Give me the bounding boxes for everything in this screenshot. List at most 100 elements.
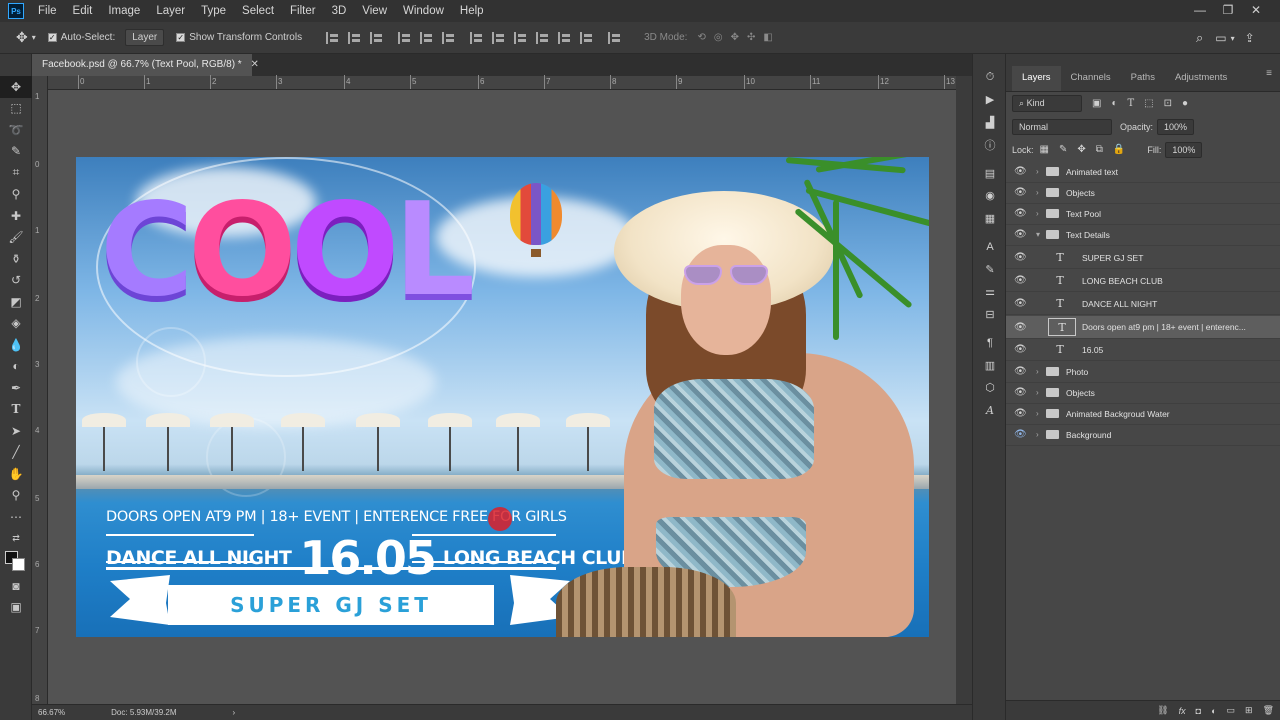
hand-tool-icon[interactable]: ✋ [0,463,32,485]
align-bottom-icon[interactable] [370,31,384,44]
visibility-eye-icon[interactable]: 👁 [1014,366,1028,377]
layer-group-row[interactable]: 👁 › Text Pool [1006,203,1280,225]
text-layer-row[interactable]: 👁 T DANCE ALL NIGHT [1006,293,1280,315]
align-vcenter-icon[interactable] [348,31,362,44]
auto-align-icon[interactable] [608,31,622,44]
menu-image[interactable]: Image [108,5,140,17]
visibility-eye-icon[interactable]: 👁 [1014,429,1028,440]
layer-group-row[interactable]: 👁 › Animated Backgroud Water [1006,403,1280,425]
history-icon[interactable]: ⏱ [973,66,1007,89]
marquee-tool-icon[interactable]: ⬚ [0,98,32,120]
delete-layer-icon[interactable]: 🗑 [1263,705,1274,716]
align-left-icon[interactable] [398,31,412,44]
layer-group-row[interactable]: 👁 › Photo [1006,361,1280,383]
distribute-hcenter-icon[interactable] [558,31,572,44]
filter-smart-object-icon[interactable]: ⊡ [1164,98,1172,109]
visibility-eye-icon[interactable]: 👁 [1014,344,1028,355]
opacity-input[interactable]: 100% [1157,118,1195,135]
ribbon-text[interactable]: SUPER GJ SET [230,593,432,617]
new-group-icon[interactable]: ▭ [1227,705,1236,716]
distribute-left-icon[interactable] [536,31,550,44]
more-tools-icon[interactable]: ⋯ [0,506,32,528]
adjustment-layer-icon[interactable]: ◐ [1211,706,1216,716]
tab-layers[interactable]: Layers [1012,66,1061,91]
lasso-tool-icon[interactable]: ➰ [0,119,32,141]
3d-roll-icon[interactable]: ◎ [714,32,723,43]
blur-tool-icon[interactable]: 💧 [0,334,32,356]
visibility-eye-icon[interactable]: 👁 [1014,322,1028,333]
distribute-bottom-icon[interactable] [514,31,528,44]
fill-input[interactable]: 100% [1165,141,1203,158]
menu-type[interactable]: Type [201,5,226,17]
layer-group-row[interactable]: 👁 › Objects [1006,182,1280,204]
document-tab[interactable]: Facebook.psd @ 66.7% (Text Pool, RGB/8) … [32,54,259,76]
history-brush-tool-icon[interactable]: ↺ [0,270,32,292]
visibility-eye-icon[interactable]: 👁 [1014,208,1028,219]
move-tool-preset[interactable]: ✥ ▾ [16,29,36,46]
chevron-right-icon[interactable]: › [1036,409,1039,418]
chevron-right-icon[interactable]: › [1036,388,1039,397]
search-icon[interactable]: ⌕ [1196,30,1203,46]
layer-group-row[interactable]: 👁 › Objects [1006,382,1280,404]
share-icon[interactable]: ⇪ [1245,31,1255,45]
menu-filter[interactable]: Filter [290,5,316,17]
swap-colors-icon[interactable]: ⇄ [0,528,32,550]
healing-tool-icon[interactable]: ✚ [0,205,32,227]
chevron-right-icon[interactable]: › [1036,167,1039,176]
libraries-icon[interactable]: ▤ [973,162,1007,185]
quick-select-tool-icon[interactable]: ✎ [0,141,32,163]
paragraph-styles-icon[interactable]: A [973,399,1007,422]
brush-tool-icon[interactable]: 🖌 [0,227,32,249]
character-icon[interactable]: A [973,236,1007,259]
layer-group-row[interactable]: 👁 ▾ Text Details [1006,224,1280,246]
lock-all-icon[interactable]: 🔒 [1113,144,1125,155]
lock-artboard-icon[interactable]: ⧉ [1096,144,1103,155]
clone-source-icon[interactable]: ⊟ [973,303,1007,326]
show-transform-checkbox[interactable]: ✓ Show Transform Controls [176,32,302,43]
visibility-eye-icon[interactable]: 👁 [1014,387,1028,398]
visibility-eye-icon[interactable]: 👁 [1014,275,1028,286]
workspace-icon[interactable]: ▭ [1215,31,1226,45]
info-icon[interactable]: ⓘ [973,134,1007,157]
long-beach-club-text[interactable]: LONG BEACH CLUB [443,547,636,569]
text-layer-row[interactable]: 👁 T 16.05 [1006,339,1280,361]
zoom-tool-icon[interactable]: ⚲ [0,485,32,507]
menu-select[interactable]: Select [242,5,274,17]
filter-shape-icon[interactable]: ⬚ [1144,98,1153,109]
eyedropper-tool-icon[interactable]: ⚲ [0,184,32,206]
distribute-top-icon[interactable] [470,31,484,44]
vertical-ruler[interactable]: 1 0 1 2 3 4 5 6 7 8 [32,76,48,704]
lock-transparent-icon[interactable]: ▦ [1040,144,1049,155]
levels-icon[interactable]: ▟ [973,111,1007,134]
paint-bucket-tool-icon[interactable]: ◈ [0,313,32,335]
dodge-tool-icon[interactable]: ◐ [0,356,32,378]
text-layer-row[interactable]: 👁 T SUPER GJ SET [1006,247,1280,269]
horizontal-ruler[interactable]: 0 1 2 3 4 5 6 7 8 9 10 11 12 13 [48,75,956,90]
tab-paths[interactable]: Paths [1121,72,1165,91]
menu-window[interactable]: Window [403,5,444,17]
align-right-icon[interactable] [442,31,456,44]
distribute-right-icon[interactable] [580,31,594,44]
background-color[interactable] [12,558,25,571]
auto-select-dropdown[interactable]: Layer [125,29,165,46]
blend-mode-dropdown[interactable]: Normal [1012,118,1112,135]
line-tool-icon[interactable]: ╱ [0,442,32,464]
type-tool-icon[interactable]: T [0,399,32,421]
chevron-right-icon[interactable]: › [1036,430,1039,439]
lock-position-icon[interactable]: ✥ [1077,144,1085,155]
add-mask-icon[interactable]: ◘ [1196,706,1201,716]
menu-edit[interactable]: Edit [73,5,93,17]
3d-slide-icon[interactable]: ✣ [747,32,755,43]
close-window-button[interactable]: ✕ [1242,0,1270,20]
lock-pixels-icon[interactable]: ✎ [1059,144,1067,155]
restore-button[interactable]: ❐ [1214,0,1242,20]
visibility-eye-icon[interactable]: 👁 [1014,187,1028,198]
glyphs-icon[interactable]: ▥ [973,354,1007,377]
crop-tool-icon[interactable]: ⌗ [0,162,32,184]
chevron-down-icon[interactable]: ▾ [1036,230,1040,239]
artwork-canvas[interactable]: COOL DOORS OPEN AT9 PM | 18+ EVENT | ENT… [76,157,929,637]
text-layer-row[interactable]: 👁 T Doors open at9 pm | 18+ event | entere… [1006,316,1280,339]
filter-kind-dropdown[interactable]: ⌕ Kind [1012,95,1082,112]
color-icon[interactable]: ◉ [973,185,1007,208]
minimize-button[interactable]: — [1186,0,1214,20]
